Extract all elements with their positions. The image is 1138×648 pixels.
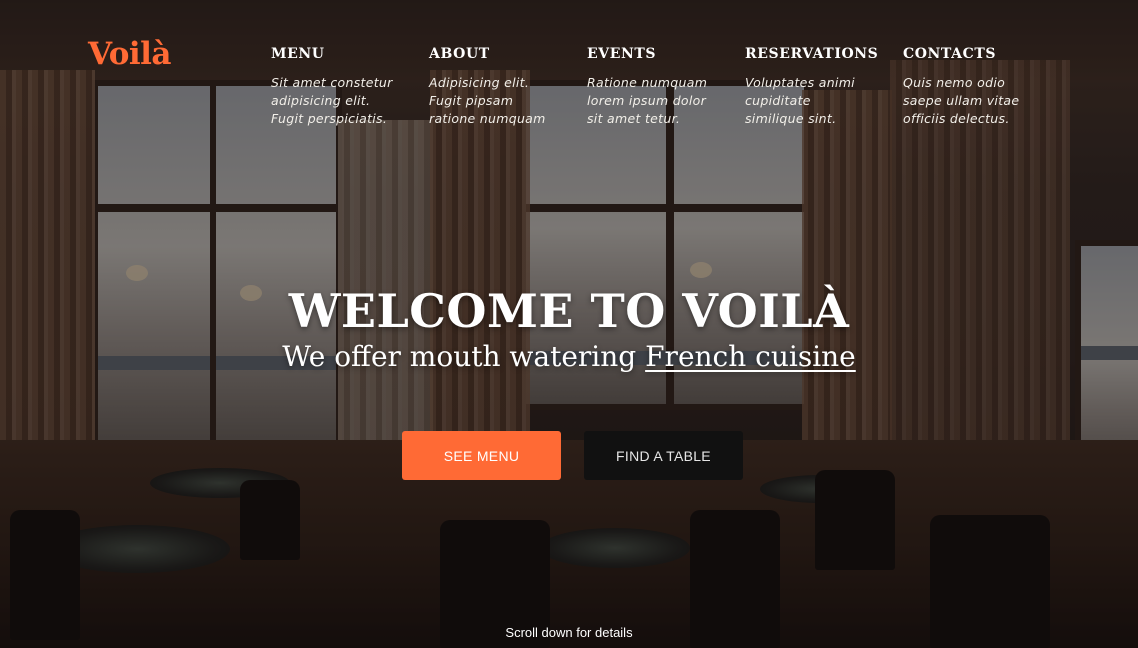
nav-description-line: saepe ullam vitae (903, 93, 1020, 108)
nav-description-line: Adipisicing elit. (429, 75, 530, 90)
nav-description-line: adipisicing elit. (271, 93, 371, 108)
hero-subheadline-text: We offer mouth watering (282, 340, 646, 373)
nav-description-line: Ratione numquam (587, 75, 708, 90)
nav-description-line: sit amet tetur. (587, 111, 681, 126)
nav-link-about[interactable]: ABOUT (429, 46, 579, 62)
find-a-table-button[interactable]: FIND A TABLE (584, 431, 743, 480)
nav-item-menu: MENU Sit amet constetur adipisicing elit… (271, 46, 421, 128)
see-menu-button[interactable]: SEE MENU (402, 431, 561, 480)
nav-description-line: Fugit pipsam (429, 93, 514, 108)
hero-headline: WELCOME TO VOILÀ (288, 284, 850, 338)
nav-description-line: officiis delectus. (903, 111, 1010, 126)
nav-link-menu[interactable]: MENU (271, 46, 421, 62)
nav-description-line: lorem ipsum dolor (587, 93, 707, 108)
french-cuisine-link[interactable]: French cuisine (645, 340, 856, 373)
nav-link-events[interactable]: EVENTS (587, 46, 737, 62)
main-navigation: MENU Sit amet constetur adipisicing elit… (0, 46, 1138, 136)
nav-item-reservations: RESERVATIONS Voluptates animi cupiditate… (745, 46, 895, 128)
nav-item-events: EVENTS Ratione numquam lorem ipsum dolor… (587, 46, 737, 128)
nav-description-line: Sit amet constetur (271, 75, 393, 90)
nav-description-line: Voluptates animi (745, 75, 855, 90)
nav-item-about: ABOUT Adipisicing elit. Fugit pipsam rat… (429, 46, 579, 128)
nav-description-line: cupiditate (745, 93, 811, 108)
nav-link-reservations[interactable]: RESERVATIONS (745, 46, 895, 62)
nav-description-line: Fugit perspiciatis. (271, 111, 388, 126)
nav-description-line: similique sint. (745, 111, 837, 126)
scroll-down-hint: Scroll down for details (505, 625, 633, 640)
hero-subheadline: We offer mouth watering French cuisine (0, 340, 1138, 373)
nav-description-line: ratione numquam (429, 111, 546, 126)
nav-link-contacts[interactable]: CONTACTS (903, 46, 1053, 62)
nav-description-line: Quis nemo odio (903, 75, 1006, 90)
nav-item-contacts: CONTACTS Quis nemo odio saepe ullam vita… (903, 46, 1053, 128)
